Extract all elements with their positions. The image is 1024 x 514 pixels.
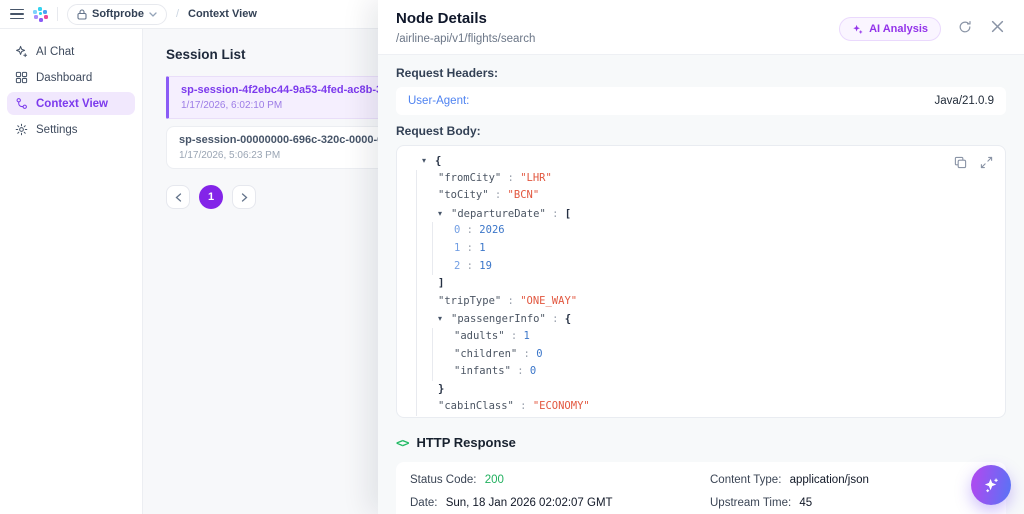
ai-analysis-label: AI Analysis bbox=[869, 23, 928, 35]
ai-assistant-fab[interactable] bbox=[971, 465, 1011, 505]
collapse-arrow-icon[interactable]: ▾ bbox=[438, 310, 451, 328]
sidebar-item-dashboard[interactable]: Dashboard bbox=[7, 66, 135, 89]
json-line: 0 : 2026 bbox=[454, 224, 505, 237]
project-name: Softprobe bbox=[92, 8, 144, 20]
json-line: "fromCity" : "LHR" bbox=[438, 171, 552, 184]
date-row: Date: Sun, 18 Jan 2026 02:02:07 GMT bbox=[410, 497, 710, 509]
json-line: 1 : 1 bbox=[454, 241, 486, 254]
node-details-drawer: Node Details /airline-api/v1/flights/sea… bbox=[378, 0, 1024, 514]
collapse-arrow-icon[interactable]: ▾ bbox=[422, 152, 435, 170]
sidebar-item-label: Settings bbox=[36, 123, 78, 136]
drawer-body: Request Headers: User-Agent: Java/21.0.9… bbox=[378, 55, 1024, 514]
header-name[interactable]: User-Agent: bbox=[408, 95, 469, 107]
request-body-label: Request Body: bbox=[396, 124, 481, 138]
drawer-header: Node Details /airline-api/v1/flights/sea… bbox=[378, 0, 1024, 55]
json-line: } bbox=[438, 382, 445, 395]
json-line: "adults" : 1 bbox=[454, 329, 530, 342]
drawer-actions: AI Analysis bbox=[839, 10, 1006, 54]
project-selector[interactable]: Softprobe bbox=[67, 3, 167, 25]
sparkles-icon bbox=[16, 45, 28, 58]
content-type-label: Content Type: bbox=[710, 474, 782, 486]
json-line: "toCity" : "BCN" bbox=[438, 189, 540, 202]
http-response-title: HTTP Response bbox=[416, 435, 516, 450]
sidebar: AI Chat Dashboard Context View Settings bbox=[0, 29, 143, 514]
gear-icon bbox=[15, 123, 28, 136]
json-line: "tripType" : "ONE_WAY" bbox=[438, 294, 578, 307]
status-code-value: 200 bbox=[484, 474, 504, 486]
response-meta-grid: Status Code: 200 Content Type: applicati… bbox=[410, 474, 992, 509]
current-page-indicator[interactable]: 1 bbox=[199, 185, 223, 209]
app-logo-icon[interactable] bbox=[33, 6, 48, 22]
indent-guide bbox=[432, 328, 433, 381]
json-line: ] bbox=[438, 277, 445, 290]
indent-guide bbox=[416, 169, 417, 416]
upstream-time-row: Upstream Time: 45 bbox=[710, 497, 992, 509]
json-line: ▾ "departureDate" : [ bbox=[407, 205, 995, 223]
upstream-time-value: 45 bbox=[799, 497, 813, 509]
http-response-card: Status Code: 200 Content Type: applicati… bbox=[396, 462, 1006, 514]
sidebar-item-context-view[interactable]: Context View bbox=[7, 92, 135, 115]
refresh-icon bbox=[959, 20, 971, 33]
chevron-right-icon bbox=[241, 192, 247, 202]
hamburger-menu-icon[interactable] bbox=[10, 8, 24, 20]
date-label: Date: bbox=[410, 497, 438, 509]
upstream-time-label: Upstream Time: bbox=[710, 497, 792, 509]
json-line: ▾{ bbox=[407, 152, 995, 170]
sidebar-item-label: Context View bbox=[36, 97, 108, 110]
breadcrumb-separator: / bbox=[175, 8, 180, 20]
chevron-left-icon bbox=[175, 192, 181, 202]
expand-icon[interactable] bbox=[980, 156, 993, 169]
close-button[interactable] bbox=[989, 18, 1006, 38]
request-headers-label: Request Headers: bbox=[396, 66, 499, 80]
chevron-down-icon bbox=[149, 11, 157, 17]
prev-page-button[interactable] bbox=[166, 185, 190, 209]
close-icon bbox=[991, 20, 1004, 33]
refresh-button[interactable] bbox=[956, 18, 974, 39]
json-line: "cabinClass" : "ECONOMY" bbox=[438, 400, 590, 413]
divider bbox=[57, 7, 58, 21]
status-code-label: Status Code: bbox=[410, 474, 477, 486]
collapse-arrow-icon[interactable]: ▾ bbox=[438, 205, 451, 223]
date-value: Sun, 18 Jan 2026 02:02:07 GMT bbox=[445, 497, 613, 509]
sidebar-item-label: AI Chat bbox=[36, 45, 75, 58]
drawer-title: Node Details bbox=[396, 10, 487, 27]
sidebar-item-ai-chat[interactable]: AI Chat bbox=[7, 40, 135, 63]
status-code-row: Status Code: 200 bbox=[410, 474, 710, 486]
code-icon: <> bbox=[396, 435, 409, 450]
json-line: "infants" : 0 bbox=[454, 365, 537, 378]
json-line: ▾ "passengerInfo" : { bbox=[407, 310, 995, 328]
json-line: 2 : 19 bbox=[454, 259, 492, 272]
json-tree: ▾{"fromCity" : "LHR" "toCity" : "BCN" ▾ "de… bbox=[396, 145, 1006, 418]
request-header-row: User-Agent: Java/21.0.9 bbox=[396, 87, 1006, 115]
sidebar-item-label: Dashboard bbox=[36, 71, 93, 84]
indent-guide bbox=[432, 222, 433, 276]
json-toolbar bbox=[954, 156, 993, 169]
json-line: "children" : 0 bbox=[454, 347, 543, 360]
breadcrumb: Context View bbox=[188, 8, 257, 20]
grid-icon bbox=[15, 71, 28, 84]
header-value: Java/21.0.9 bbox=[934, 95, 994, 107]
lock-icon bbox=[77, 8, 87, 20]
content-type-row: Content Type: application/json bbox=[710, 474, 992, 486]
ai-analysis-button[interactable]: AI Analysis bbox=[839, 17, 941, 41]
sparkle-icon bbox=[984, 477, 998, 492]
sparkle-icon bbox=[853, 24, 863, 34]
http-response-heading: <> HTTP Response bbox=[396, 435, 1006, 450]
next-page-button[interactable] bbox=[232, 185, 256, 209]
copy-icon[interactable] bbox=[954, 156, 967, 169]
branch-icon bbox=[16, 98, 27, 109]
content-type-value: application/json bbox=[789, 474, 869, 486]
node-path: /airline-api/v1/flights/search bbox=[396, 33, 536, 45]
sidebar-item-settings[interactable]: Settings bbox=[7, 118, 135, 141]
